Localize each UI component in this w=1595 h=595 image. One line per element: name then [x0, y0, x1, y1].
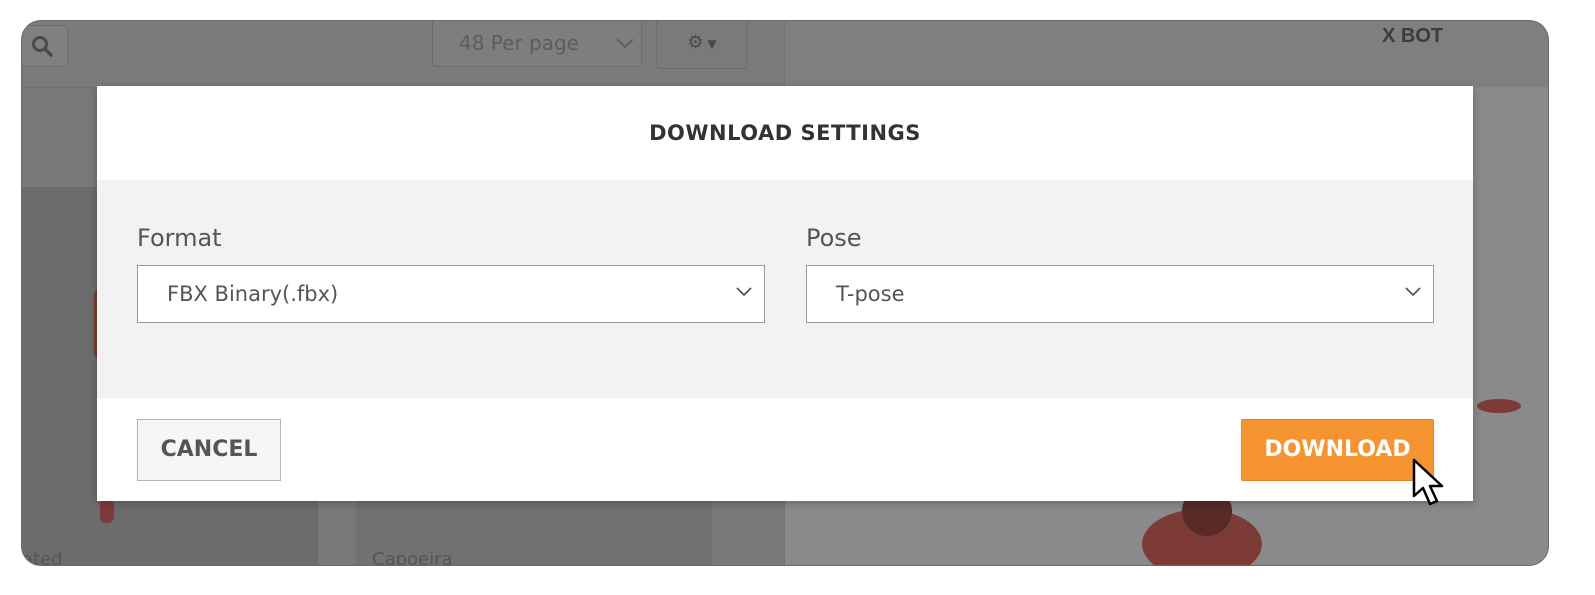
- download-settings-dialog: DOWNLOAD SETTINGS Format FBX Binary(.fbx…: [97, 86, 1473, 501]
- chevron-down-icon: [1405, 287, 1421, 297]
- card-title: Capoeira: [372, 549, 453, 566]
- per-page-value: 48 Per page: [459, 31, 579, 55]
- pose-label: Pose: [806, 224, 862, 252]
- background-toolbar: 48 Per page ⚙ ▼: [22, 21, 784, 88]
- format-label: Format: [137, 224, 222, 252]
- chevron-down-icon: [736, 287, 752, 297]
- settings-dropdown-button[interactable]: ⚙ ▼: [656, 21, 748, 69]
- pose-select-value: T-pose: [836, 282, 905, 306]
- mouse-pointer-icon: [1412, 458, 1444, 506]
- format-select-value: FBX Binary(.fbx): [167, 282, 339, 306]
- dialog-header: DOWNLOAD SETTINGS: [97, 86, 1473, 180]
- character-model-hand: [1477, 399, 1521, 413]
- cancel-button[interactable]: CANCEL: [137, 419, 281, 481]
- dialog-footer: CANCEL DOWNLOAD: [97, 398, 1473, 501]
- pose-select[interactable]: T-pose: [806, 265, 1434, 323]
- search-button[interactable]: [22, 25, 68, 67]
- per-page-select[interactable]: 48 Per page: [432, 21, 642, 67]
- pose-field: Pose T-pose: [806, 224, 1434, 323]
- card-title: ated: [22, 549, 63, 566]
- caret-down-icon: ▼: [703, 37, 717, 51]
- chevron-down-icon: [616, 31, 634, 49]
- format-field: Format FBX Binary(.fbx): [137, 224, 765, 323]
- dialog-body: Format FBX Binary(.fbx) Pose T-pose: [97, 180, 1473, 398]
- format-select[interactable]: FBX Binary(.fbx): [137, 265, 765, 323]
- character-title: X BOT: [1382, 25, 1444, 47]
- gear-icon: ⚙: [687, 32, 704, 53]
- character-model-foot: [100, 499, 114, 523]
- download-button[interactable]: DOWNLOAD: [1241, 419, 1434, 481]
- dialog-title: DOWNLOAD SETTINGS: [649, 121, 921, 145]
- search-icon: [32, 36, 53, 57]
